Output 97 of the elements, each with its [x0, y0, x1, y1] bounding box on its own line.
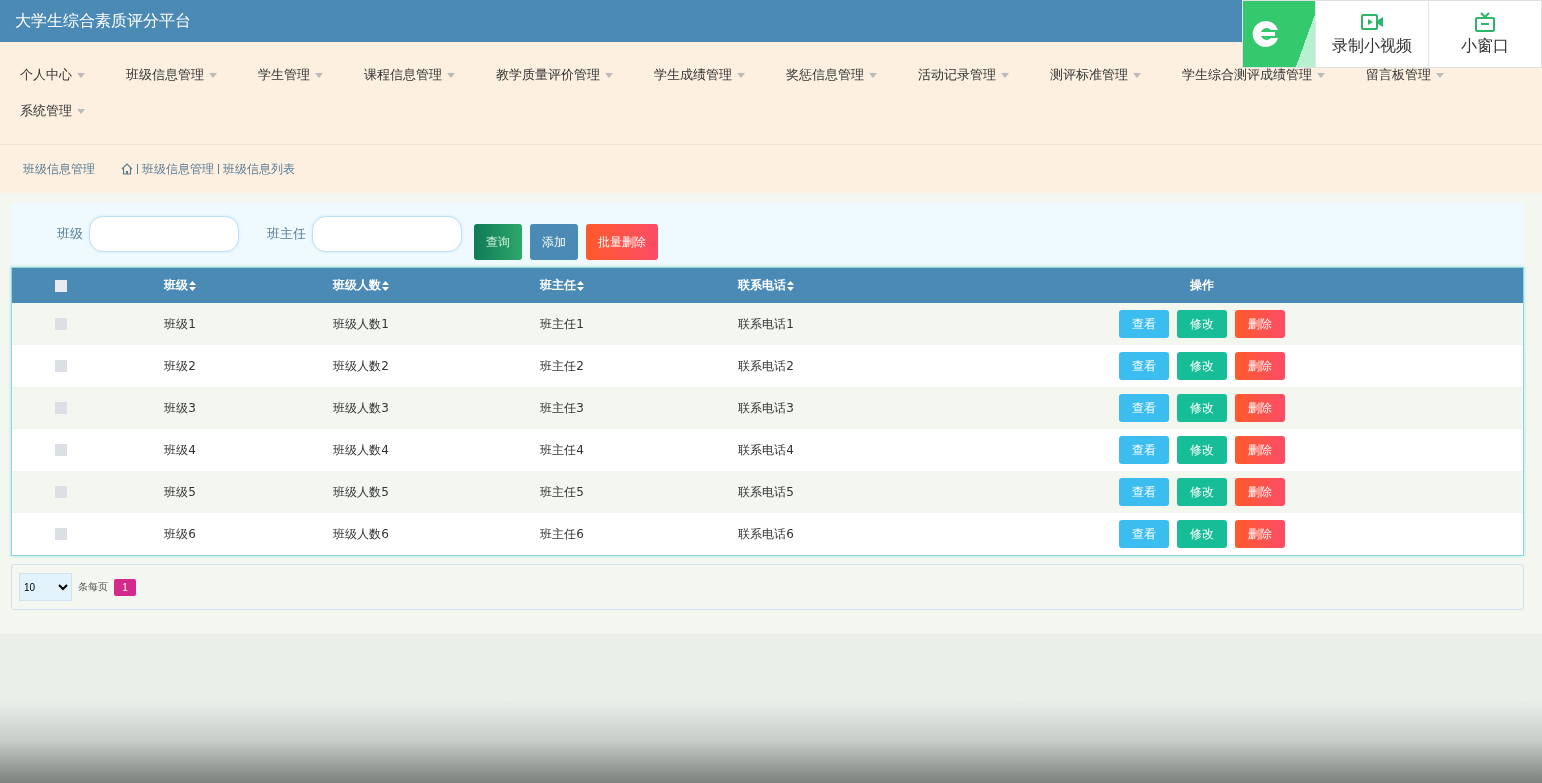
- delete-button[interactable]: 删除: [1234, 394, 1285, 422]
- field-label: 班级: [57, 225, 83, 243]
- nav-menu-item[interactable]: 个人中心: [12, 66, 93, 84]
- row-checkbox[interactable]: [55, 402, 67, 414]
- edit-button[interactable]: 修改: [1176, 310, 1227, 338]
- caret-icon: [209, 72, 217, 78]
- select-all-checkbox[interactable]: [55, 279, 67, 292]
- nav-menu-item[interactable]: 学生管理: [250, 66, 331, 84]
- table-cell: 班级1: [164, 315, 196, 333]
- section-title: 班级信息管理: [23, 160, 95, 178]
- row-checkbox[interactable]: [55, 444, 67, 456]
- edit-button[interactable]: 修改: [1176, 352, 1227, 380]
- nav-menu-item[interactable]: 课程信息管理: [356, 66, 463, 84]
- table-cell: 班级人数3: [333, 399, 389, 417]
- table-cell: 班级5: [164, 483, 196, 501]
- nav-menu-item[interactable]: 测评标准管理: [1042, 66, 1149, 84]
- table-cell: 班主任4: [540, 441, 584, 459]
- table-cell: 班级2: [164, 357, 196, 375]
- delete-button[interactable]: 删除: [1234, 478, 1285, 506]
- table-cell: 联系电话3: [738, 399, 794, 417]
- input-field[interactable]: [89, 216, 239, 252]
- search-button[interactable]: 查询: [474, 224, 522, 260]
- table-cell: 班主任1: [540, 315, 584, 333]
- table-cell: 班级4: [164, 441, 196, 459]
- nav-menu-item[interactable]: 学生成绩管理: [646, 66, 753, 84]
- breadcrumb-link[interactable]: 班级信息管理: [142, 160, 214, 178]
- edit-button[interactable]: 修改: [1176, 520, 1227, 548]
- home-icon: [121, 163, 133, 175]
- nav-menu-item[interactable]: 系统管理: [12, 102, 93, 120]
- breadcrumb-link[interactable]: 班级信息列表: [223, 160, 295, 178]
- view-button[interactable]: 查看: [1118, 310, 1169, 338]
- table-cell: 联系电话4: [738, 441, 794, 459]
- table-cell: 班主任6: [540, 525, 584, 543]
- view-button[interactable]: 查看: [1118, 520, 1169, 548]
- view-button[interactable]: 查看: [1118, 478, 1169, 506]
- row-checkbox[interactable]: [55, 318, 67, 330]
- table-cell: 班级人数5: [333, 483, 389, 501]
- overlay-button[interactable]: 小窗口: [1428, 1, 1541, 67]
- table-cell: 班级人数6: [333, 525, 389, 543]
- table-cell: 班级人数2: [333, 357, 389, 375]
- row-checkbox[interactable]: [55, 528, 67, 540]
- nav-menu-item[interactable]: 留言板管理: [1358, 66, 1452, 84]
- table-cell: 班主任2: [540, 357, 584, 375]
- column-header[interactable]: 联系电话: [738, 277, 786, 294]
- table-cell: 班级6: [164, 525, 196, 543]
- delete-button[interactable]: 删除: [1234, 310, 1285, 338]
- tv-icon: [1473, 11, 1497, 32]
- edit-button[interactable]: 修改: [1176, 478, 1227, 506]
- table-cell: 班主任5: [540, 483, 584, 501]
- nav-menu-item[interactable]: 学生综合测评成绩管理: [1174, 66, 1333, 84]
- table-cell: 班级人数4: [333, 441, 389, 459]
- table-cell: 联系电话6: [738, 525, 794, 543]
- row-checkbox[interactable]: [55, 360, 67, 372]
- caret-icon: [1001, 72, 1009, 78]
- delete-button[interactable]: 删除: [1234, 436, 1285, 464]
- caret-icon: [1436, 72, 1444, 78]
- input-field[interactable]: [312, 216, 462, 252]
- column-header[interactable]: 班主任: [540, 277, 576, 294]
- caret-icon: [1317, 72, 1325, 78]
- edit-button[interactable]: 修改: [1176, 394, 1227, 422]
- caret-icon: [77, 108, 85, 114]
- delete-button[interactable]: 删除: [1234, 520, 1285, 548]
- column-header[interactable]: 班级人数: [333, 277, 381, 294]
- page-size-select[interactable]: 10: [19, 573, 72, 601]
- caret-icon: [869, 72, 877, 78]
- per-page-label: 条每页: [78, 580, 108, 594]
- column-header[interactable]: 操作: [1189, 277, 1214, 294]
- table-cell: 联系电话2: [738, 357, 794, 375]
- table-cell: 联系电话5: [738, 483, 794, 501]
- nav-menu-item[interactable]: 奖惩信息管理: [778, 66, 885, 84]
- overlay-button[interactable]: 录制小视频: [1315, 1, 1428, 67]
- view-button[interactable]: 查看: [1118, 352, 1169, 380]
- table-cell: 班级人数1: [333, 315, 389, 333]
- caret-icon: [77, 72, 85, 78]
- batch-delete-button[interactable]: 批量删除: [586, 224, 658, 260]
- nav-menu-item[interactable]: 教学质量评价管理: [488, 66, 621, 84]
- edit-button[interactable]: 修改: [1176, 436, 1227, 464]
- add-button[interactable]: 添加: [530, 224, 578, 260]
- row-checkbox[interactable]: [55, 486, 67, 498]
- video-camera-icon: [1360, 11, 1384, 32]
- view-button[interactable]: 查看: [1118, 436, 1169, 464]
- view-button[interactable]: 查看: [1118, 394, 1169, 422]
- caret-icon: [1133, 72, 1141, 78]
- table-cell: 班级3: [164, 399, 196, 417]
- nav-menu-item[interactable]: 班级信息管理: [118, 66, 225, 84]
- caret-icon: [605, 72, 613, 78]
- column-header[interactable]: 班级: [164, 277, 188, 294]
- app-title: 大学生综合素质评分平台: [15, 10, 191, 32]
- field-label: 班主任: [267, 225, 306, 243]
- caret-icon: [315, 72, 323, 78]
- delete-button[interactable]: 删除: [1234, 352, 1285, 380]
- caret-icon: [447, 72, 455, 78]
- page-button[interactable]: 1: [114, 578, 136, 596]
- nav-menu-item[interactable]: 活动记录管理: [910, 66, 1017, 84]
- table-cell: 班主任3: [540, 399, 584, 417]
- caret-icon: [737, 72, 745, 78]
- table-cell: 联系电话1: [738, 315, 794, 333]
